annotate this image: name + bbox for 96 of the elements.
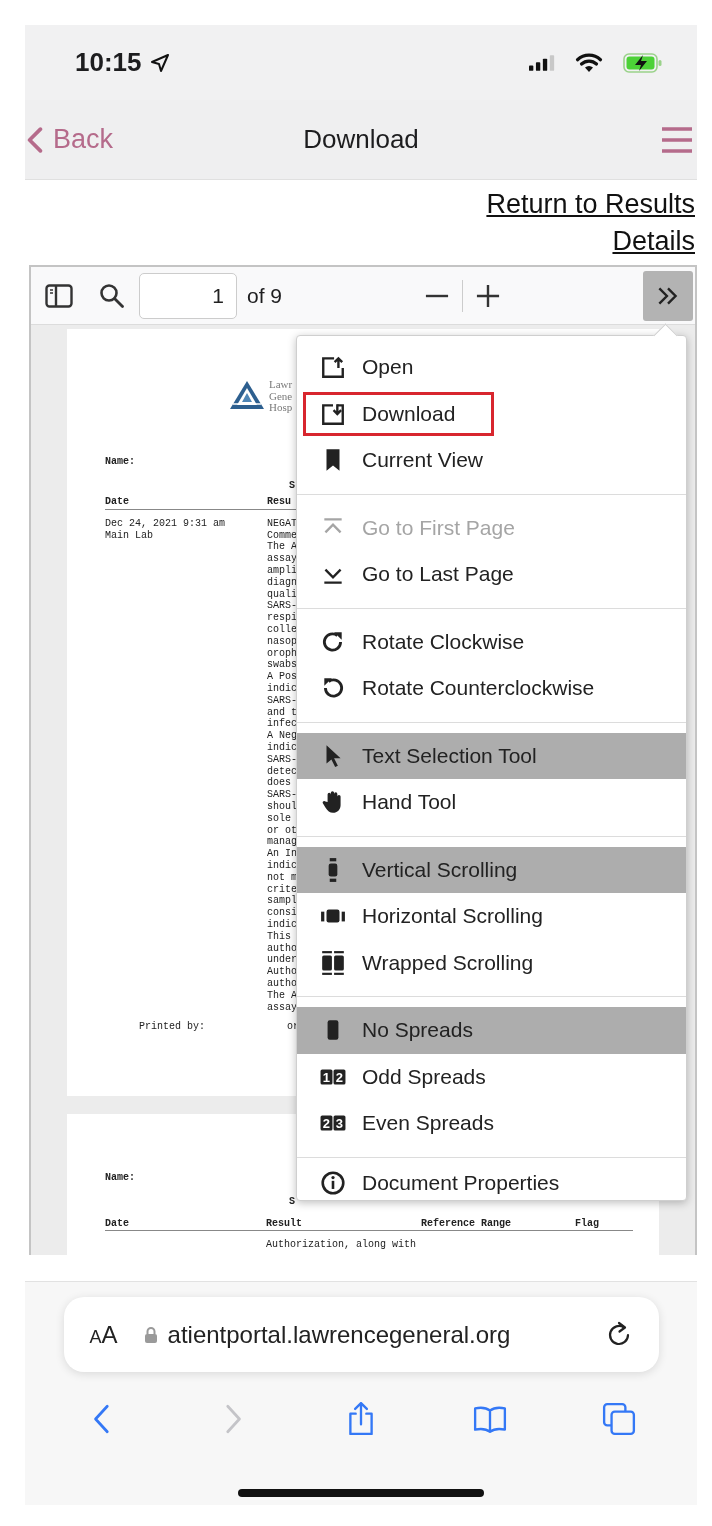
name-label: Name: [105, 1172, 135, 1184]
footer-text: Printed by: [139, 1021, 205, 1034]
table-cell-text: A Pos [267, 671, 297, 683]
table-cell: or ot [267, 824, 297, 837]
column-header: Resu [267, 496, 292, 508]
zoom-in-icon[interactable] [476, 283, 500, 308]
page-title: Download [303, 124, 419, 155]
table-cell: nasop [267, 635, 297, 648]
menu-item[interactable]: Horizontal Scrolling [297, 893, 686, 940]
table-cell: shoul [267, 801, 297, 813]
menu-item[interactable]: 12 Odd Spreads [297, 1053, 686, 1100]
table-cell: Main Lab [105, 529, 153, 542]
menu-item[interactable]: Rotate Clockwise [297, 618, 686, 665]
table-cell: infec [267, 718, 297, 731]
clock-time: 10:15 [75, 47, 142, 78]
menu-item[interactable]: Download [297, 390, 686, 437]
section-heading: S [289, 1195, 295, 1208]
chevron-left-icon [27, 126, 43, 153]
table-cell: SARS- [267, 694, 297, 707]
menu-item[interactable]: Vertical Scrolling [297, 846, 686, 893]
menu-item[interactable]: Open [297, 344, 686, 391]
text-link[interactable]: Details [612, 224, 695, 258]
table-cell-text: sampl [267, 895, 297, 907]
signal-icon [529, 53, 555, 72]
table-cell: autho [267, 977, 297, 990]
tools-button[interactable] [643, 270, 693, 321]
info-icon [320, 1169, 346, 1196]
menu-item[interactable]: Document Properties [297, 1165, 686, 1200]
column-header: Date [105, 1217, 130, 1230]
address-bar[interactable]: AA atientportal.lawrencegeneral.org [63, 1297, 659, 1372]
table-cell: indic [267, 919, 297, 931]
logo-text: Lawr [269, 379, 293, 391]
column-header: Result [266, 1217, 303, 1230]
table-cell: not m [267, 871, 297, 884]
sidebar-toggle-icon[interactable] [45, 283, 73, 308]
table-cell-text: SARS- [267, 600, 297, 612]
menu-item[interactable]: Wrapped Scrolling [297, 939, 686, 986]
table-cell: colle [267, 624, 297, 636]
column-header: Date [105, 496, 130, 508]
logo-text: Gene [269, 390, 293, 402]
table-cell: SARS- [267, 753, 297, 766]
menu-item[interactable]: Go to Last Page [297, 551, 686, 598]
table-cell: This [267, 930, 291, 943]
menu-item[interactable]: Current View [297, 437, 686, 484]
table-cell-text: and t [267, 706, 297, 718]
table-cell: swabs [267, 659, 297, 672]
table-cell: diagn [267, 576, 297, 589]
table-cell: Dec 24, 2021 9:31 am [105, 517, 226, 530]
search-icon[interactable] [99, 282, 125, 309]
location-arrow-icon [149, 52, 170, 73]
text-link[interactable]: Return to Results [486, 187, 695, 221]
tabs-icon[interactable] [601, 1402, 636, 1436]
name-label: Name: [105, 455, 135, 468]
table-cell: indic [267, 742, 297, 754]
table-cell-text: Comme [267, 529, 297, 541]
table-cell: sole [267, 812, 291, 825]
battery-charging-icon [623, 52, 663, 73]
table-cell-text: detec [267, 765, 297, 777]
table-cell-text: crite [267, 883, 297, 895]
section-heading: S [289, 480, 295, 493]
menu-item[interactable]: Rotate Counterclockwise [297, 665, 686, 712]
table-cell: An In [267, 848, 297, 860]
table-cell: NEGAT [267, 517, 297, 530]
table-cell: indic [267, 683, 297, 695]
table-cell: Authorization, along with [266, 1239, 417, 1252]
table-cell: does [267, 777, 291, 790]
table-cell: assay [267, 1001, 297, 1014]
wrapped-icon [320, 949, 346, 976]
menu-item[interactable]: Hand Tool [297, 779, 686, 826]
menu-item[interactable]: No Spreads [297, 1007, 686, 1054]
menu-item[interactable]: 23 Even Spreads [297, 1100, 686, 1147]
page-count: of 9 [247, 283, 283, 308]
text-size-button[interactable]: AA [89, 1320, 118, 1349]
menu-icon[interactable] [661, 125, 693, 154]
url-text: atientportal.lawrencegeneral.org [167, 1320, 511, 1349]
lock-icon [143, 1325, 158, 1344]
logo-text: Hosp [269, 402, 293, 414]
table-cell-text: under [267, 954, 297, 966]
table-cell: manag [267, 836, 297, 849]
table-cell-text: oroph [267, 647, 297, 659]
wifi-icon [575, 52, 603, 73]
table-cell: Autho [267, 966, 297, 978]
table-cell: consi [267, 907, 297, 919]
menu-item[interactable]: Text Selection Tool [297, 732, 686, 779]
open-icon [320, 354, 346, 381]
table-cell: quali [267, 588, 297, 601]
table-cell: SARS- [267, 789, 297, 801]
table-cell: ampli [267, 565, 297, 577]
table-cell-text: autho [267, 942, 297, 954]
column-header: Reference Range [421, 1217, 512, 1230]
column-header: Flag [575, 1217, 600, 1230]
table-cell-text: assay [267, 553, 297, 565]
table-cell-text: respi [267, 612, 297, 624]
page-number-field[interactable]: 1 [139, 272, 237, 319]
table-cell-text: A Neg [267, 730, 297, 742]
table-cell: indic [267, 860, 297, 872]
